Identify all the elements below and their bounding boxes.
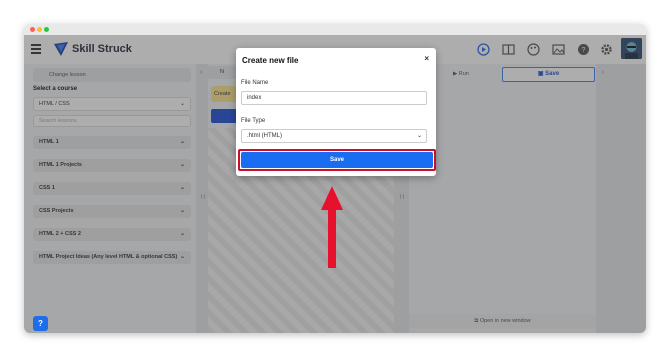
dialog-title: Create new file [242,56,299,65]
file-name-label: File Name [241,80,269,86]
window-titlebar [24,24,646,35]
file-type-label: File Type [241,118,266,124]
file-type-select[interactable]: .html (HTML) ⌄ [241,129,427,143]
dialog-save-button[interactable]: Save [241,152,433,168]
close-window-button[interactable] [30,27,35,32]
file-type-value: .html (HTML) [247,133,282,139]
create-file-dialog: Create new file × File Name index File T… [236,48,436,176]
file-name-value: index [247,95,262,101]
minimize-window-button[interactable] [37,27,42,32]
help-button[interactable]: ? [33,316,48,331]
pointer-arrow-icon [321,186,343,268]
close-icon[interactable]: × [424,54,429,63]
file-name-input[interactable]: index [241,91,427,105]
chevron-down-icon: ⌄ [416,133,422,139]
maximize-window-button[interactable] [44,27,49,32]
